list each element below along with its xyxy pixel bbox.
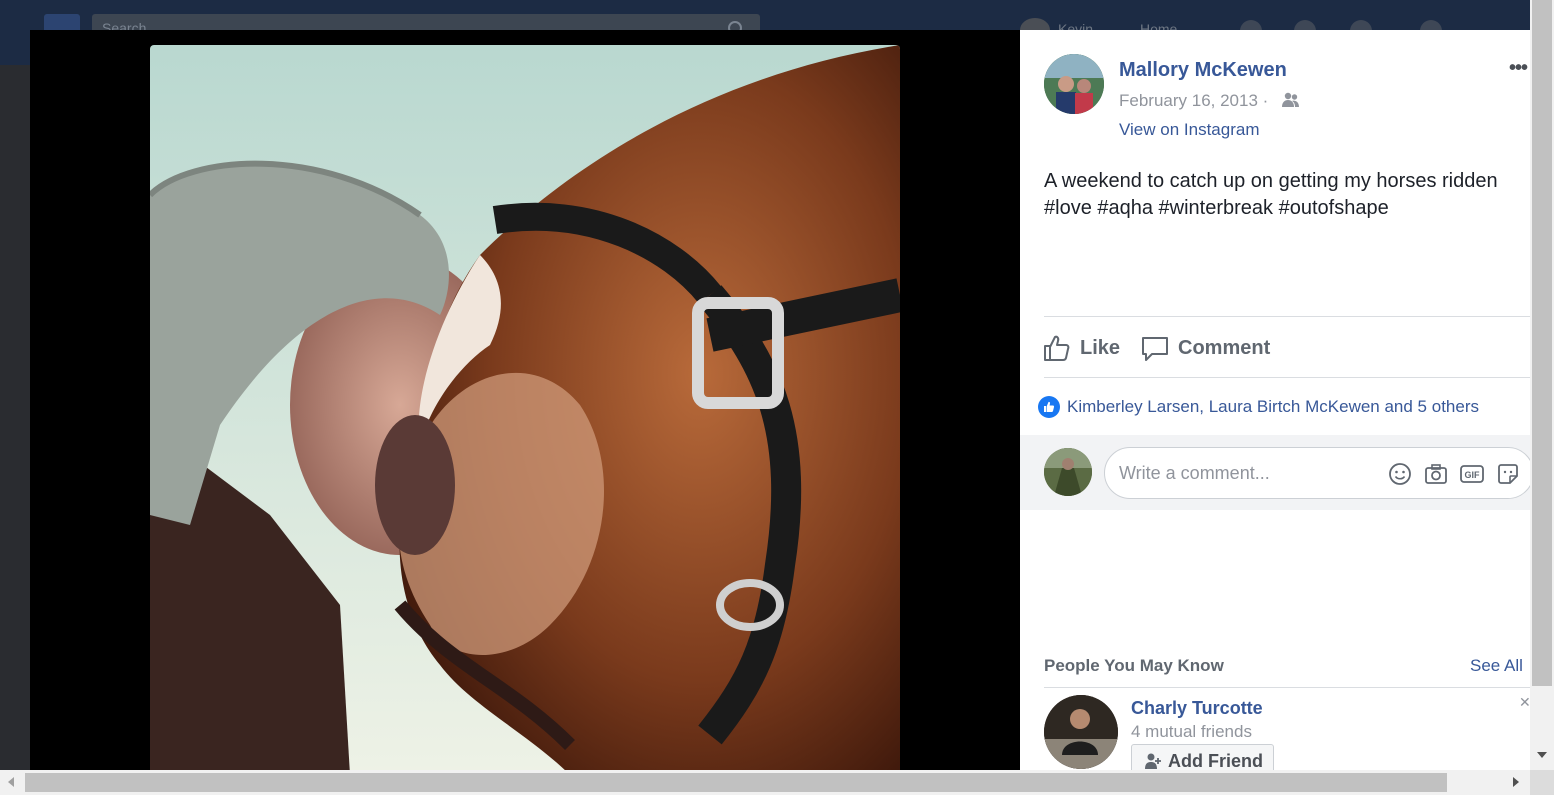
like-label: Like xyxy=(1080,336,1121,359)
view-on-instagram-link[interactable]: View on Instagram xyxy=(1119,120,1259,140)
suggested-friend-name[interactable]: Charly Turcotte xyxy=(1131,698,1263,719)
comment-placeholder: Write a comment... xyxy=(1119,463,1270,483)
comment-bubble-icon xyxy=(1142,337,1168,361)
gif-icon[interactable]: GIF xyxy=(1459,461,1485,487)
gif-label: GIF xyxy=(1465,470,1481,480)
scroll-down-arrow-icon[interactable] xyxy=(1537,752,1547,758)
divider xyxy=(1044,316,1530,317)
reactions-summary-text: Kimberley Larsen, Laura Birtch McKewen a… xyxy=(1067,397,1479,416)
suggested-friend-avatar[interactable] xyxy=(1044,695,1118,769)
add-friend-label: Add Friend xyxy=(1168,750,1263,771)
scroll-right-arrow-icon[interactable] xyxy=(1513,777,1519,787)
post-author-name[interactable]: Mallory McKewen xyxy=(1119,59,1287,82)
friends-icon[interactable] xyxy=(1282,92,1300,108)
author-avatar-image xyxy=(1044,54,1104,114)
vertical-scrollbar[interactable] xyxy=(1530,0,1554,770)
people-you-may-know-title: People You May Know xyxy=(1044,656,1224,675)
see-all-link[interactable]: See All xyxy=(1470,656,1523,676)
more-options-button[interactable]: ••• xyxy=(1509,57,1528,80)
suggested-friend-photo xyxy=(1044,695,1118,769)
current-user-avatar xyxy=(1044,448,1092,496)
author-avatar[interactable] xyxy=(1044,54,1104,114)
post-photo[interactable] xyxy=(150,45,900,770)
current-user-avatar-image xyxy=(1044,448,1092,496)
sticker-icon[interactable] xyxy=(1495,461,1521,487)
mutual-friends-count[interactable]: 4 mutual friends xyxy=(1131,722,1252,742)
horizontal-scroll-thumb[interactable] xyxy=(25,773,1447,792)
camera-icon[interactable] xyxy=(1423,461,1449,487)
reactions-summary[interactable]: Kimberley Larsen, Laura Birtch McKewen a… xyxy=(1038,396,1479,418)
post-text: A weekend to catch up on getting my hors… xyxy=(1044,170,1498,219)
like-button[interactable]: Like xyxy=(1042,332,1120,364)
photo-viewer xyxy=(30,30,1020,770)
post-details-panel: Mallory McKewen February 16, 2013 · View… xyxy=(1020,30,1530,770)
scroll-left-arrow-icon[interactable] xyxy=(8,777,14,787)
horizontal-scrollbar[interactable] xyxy=(0,770,1554,795)
comment-label: Comment xyxy=(1178,336,1271,359)
like-reaction-icon xyxy=(1038,396,1060,418)
add-friend-button[interactable]: Add Friend xyxy=(1131,744,1274,770)
emoji-icon[interactable] xyxy=(1387,461,1413,487)
comment-button[interactable]: Comment xyxy=(1140,332,1270,364)
divider xyxy=(1044,687,1530,688)
vertical-scroll-thumb[interactable] xyxy=(1532,0,1552,686)
add-friend-icon xyxy=(1145,753,1161,769)
post-date[interactable]: February 16, 2013 · xyxy=(1119,91,1268,111)
comment-input[interactable]: Write a comment... GIF xyxy=(1104,447,1530,499)
thumbs-up-icon xyxy=(1044,335,1070,361)
dismiss-suggestion-icon[interactable]: ✕ xyxy=(1519,694,1530,711)
divider xyxy=(1044,377,1530,378)
comment-composer: Write a comment... GIF xyxy=(1020,435,1530,510)
horse-selfie-image xyxy=(150,45,900,770)
scrollbar-corner xyxy=(1530,770,1554,795)
